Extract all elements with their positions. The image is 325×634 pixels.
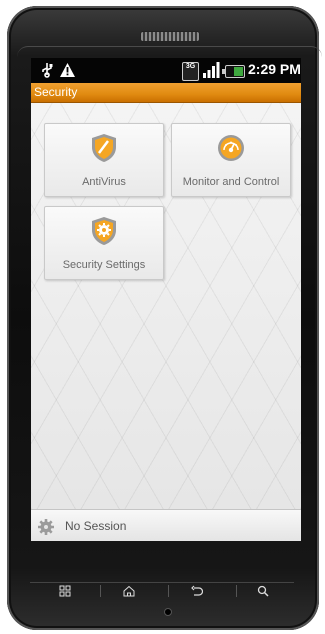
key-divider <box>168 585 169 597</box>
menu-icon[interactable] <box>54 585 76 597</box>
tile-label: Monitor and Control <box>182 176 280 188</box>
device-screen: 3G 2:29 PM Security AntiVirus Monitor an… <box>31 58 301 541</box>
page-title: Security <box>34 85 78 99</box>
key-divider <box>236 585 237 597</box>
shield-gear-icon <box>89 215 119 247</box>
bezel-line <box>17 46 322 57</box>
antivirus-tile[interactable]: AntiVirus <box>44 123 164 197</box>
app-title-bar: Security <box>31 83 301 103</box>
warning-icon <box>59 62 76 83</box>
usb-icon <box>39 62 55 83</box>
shield-icon <box>89 132 119 164</box>
gauge-icon <box>216 132 246 164</box>
monitor-and-control-tile[interactable]: Monitor and Control <box>171 123 291 197</box>
network-3g-icon: 3G <box>182 62 199 81</box>
hardware-keys <box>30 582 294 597</box>
battery-icon <box>222 65 245 78</box>
tile-label: Security Settings <box>62 259 146 271</box>
session-status-bar: No Session <box>31 509 301 541</box>
key-divider <box>100 585 101 597</box>
dashboard-grid: AntiVirus Monitor and Control Security S… <box>31 103 301 509</box>
back-icon[interactable] <box>186 585 208 597</box>
clock-time: 2:29 PM <box>248 61 301 77</box>
earpiece-speaker <box>140 31 200 42</box>
status-bar: 3G 2:29 PM <box>31 58 301 83</box>
gear-icon <box>37 518 55 541</box>
security-settings-tile[interactable]: Security Settings <box>44 206 164 280</box>
tile-label: AntiVirus <box>82 176 126 188</box>
session-status: No Session <box>65 519 127 533</box>
search-icon[interactable] <box>252 585 274 597</box>
bottom-sensor <box>164 608 172 616</box>
signal-icon <box>202 62 220 84</box>
home-icon[interactable] <box>118 585 140 597</box>
